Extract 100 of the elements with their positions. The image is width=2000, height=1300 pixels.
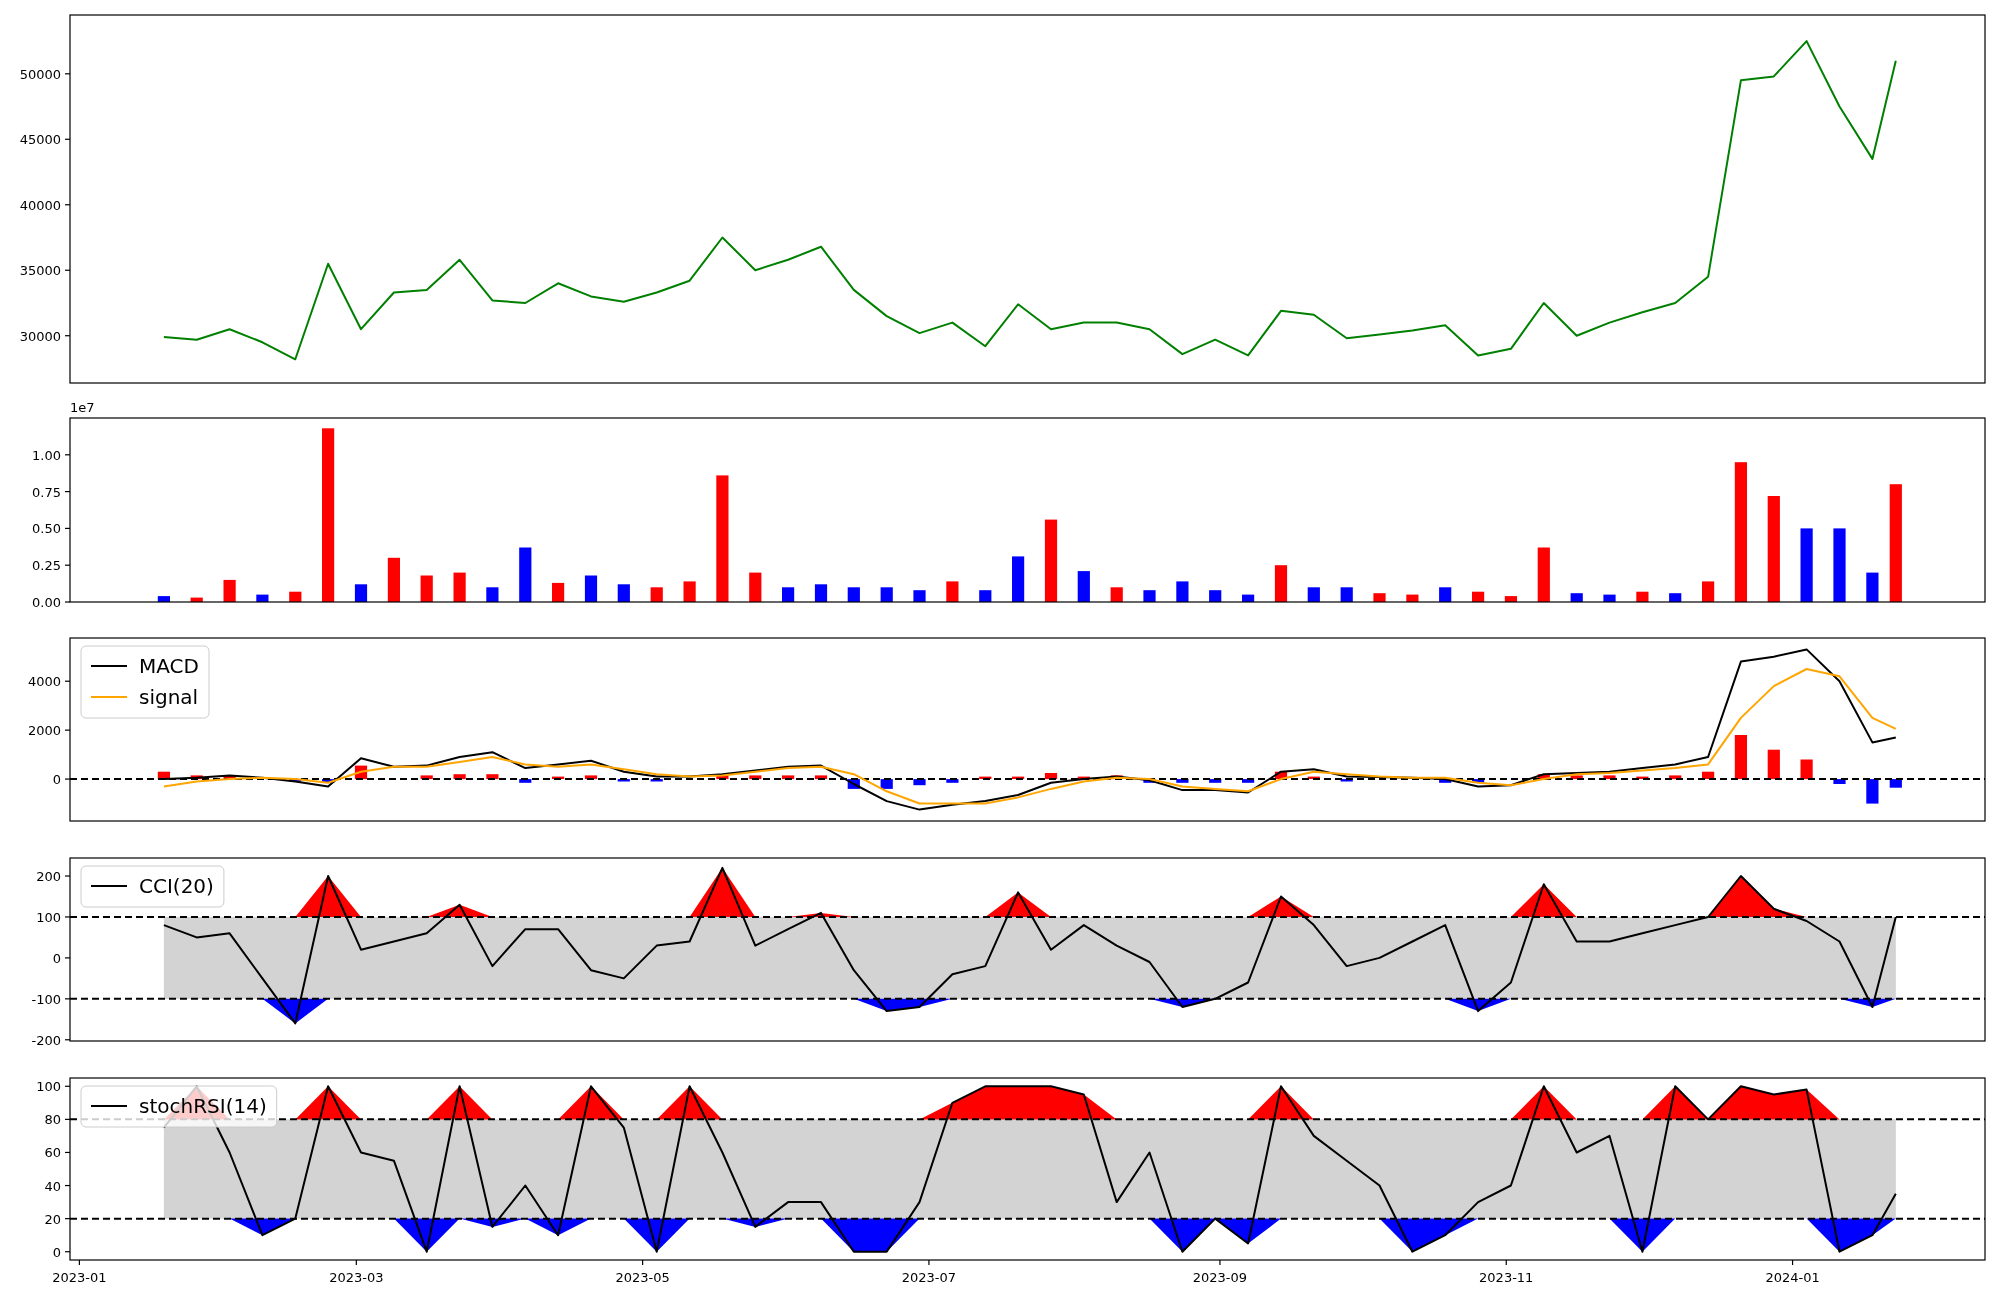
histogram-bar: [1636, 776, 1649, 779]
volume-bar: [1669, 593, 1682, 602]
histogram-bar: [420, 775, 433, 780]
volume-bar: [1373, 593, 1386, 602]
x-tick-label: 2023-05: [615, 1270, 670, 1285]
y-tick-label: 40000: [19, 197, 61, 213]
volume-bar: [387, 557, 400, 602]
volume-bar: [1866, 572, 1879, 602]
volume-bar: [1472, 591, 1485, 602]
histogram-bar: [1077, 776, 1090, 779]
histogram-bar: [1209, 779, 1222, 783]
volume-bar: [1143, 590, 1156, 602]
volume-bar: [1077, 571, 1090, 602]
histogram-bar: [1833, 779, 1846, 784]
volume-bar: [354, 584, 368, 602]
volume-bar: [946, 581, 959, 602]
y-tick-label: 80: [44, 1112, 61, 1128]
histogram-bar: [453, 774, 466, 780]
y-tick-label: 35000: [19, 263, 61, 279]
histogram-bar: [157, 771, 170, 779]
histogram-bar: [1889, 779, 1902, 788]
y-tick-label: 0: [52, 772, 61, 788]
histogram-bar: [1012, 776, 1025, 779]
volume-bar: [979, 590, 992, 602]
histogram-bar: [552, 776, 565, 779]
histogram-bar: [1734, 735, 1747, 779]
x-tick-label: 2023-01: [52, 1270, 107, 1285]
histogram-bar: [749, 775, 762, 780]
histogram-bar: [617, 779, 630, 782]
histogram-bar: [486, 774, 499, 780]
histogram-bar: [1176, 779, 1189, 783]
y-tick-label: 0.75: [32, 484, 61, 500]
x-tick-label: 2023-11: [1479, 1270, 1534, 1285]
volume-bar: [814, 584, 828, 602]
volume-bar: [1570, 593, 1583, 602]
y-tick-label: 4000: [27, 674, 61, 690]
histogram-bar: [584, 775, 598, 780]
volume-bar: [1176, 581, 1189, 602]
histogram-bar: [650, 779, 663, 782]
volume-bar: [453, 572, 466, 602]
y-tick-label: 0.50: [32, 521, 61, 537]
histogram-bar: [1603, 775, 1616, 780]
volume-bar: [749, 572, 762, 602]
volume-bar: [190, 597, 203, 602]
legend-label: CCI(20): [139, 874, 214, 898]
volume-bar: [1537, 547, 1550, 602]
volume-bar: [1702, 581, 1715, 602]
volume-bar: [913, 590, 926, 602]
histogram-bar: [979, 776, 992, 779]
y-tick-label: 50000: [19, 66, 61, 82]
y-tick-label: 100: [36, 909, 61, 925]
x-tick-label: 2024-01: [1765, 1270, 1820, 1285]
volume-bar: [1603, 594, 1616, 602]
histogram-bar: [1044, 773, 1058, 780]
x-tick-label: 2023-07: [901, 1270, 957, 1285]
histogram-bar: [1307, 776, 1320, 779]
histogram-bar: [223, 775, 236, 780]
histogram-bar: [1242, 779, 1255, 783]
volume-bar: [223, 579, 236, 602]
axis-offset-label: 1e7: [70, 400, 95, 415]
histogram-bar: [946, 779, 959, 783]
x-tick-label: 2023-09: [1192, 1270, 1248, 1285]
legend-line-icon: [90, 696, 128, 698]
volume-bar: [420, 575, 433, 602]
legend-line-icon: [90, 1105, 128, 1107]
histogram-bar: [1767, 749, 1780, 780]
histogram-bar: [1439, 779, 1452, 783]
y-tick-label: 2000: [27, 723, 61, 739]
volume-bar: [1504, 596, 1517, 602]
histogram-bar: [913, 779, 926, 786]
histogram-bar: [1702, 771, 1715, 779]
y-tick-label: 0.00: [32, 595, 61, 610]
volume-bar: [1012, 556, 1025, 602]
legend-line-icon: [90, 665, 128, 667]
histogram-bar: [190, 775, 203, 780]
histogram-bar: [1340, 779, 1353, 782]
y-tick-label: 60: [44, 1145, 61, 1161]
y-tick-label: 0.25: [32, 558, 61, 574]
legend-label: signal: [139, 685, 199, 709]
histogram-bar: [1472, 779, 1485, 783]
legend-line-icon: [90, 885, 128, 887]
volume-bar: [519, 547, 532, 602]
histogram-bar: [519, 779, 532, 783]
histogram-bar: [1800, 759, 1813, 780]
volume-bar: [1406, 594, 1419, 602]
histogram-bar: [716, 775, 729, 780]
y-tick-label: 1.00: [32, 447, 61, 463]
volume-bar: [584, 575, 598, 602]
volume-bar: [157, 596, 170, 602]
histogram-bar: [814, 775, 828, 780]
volume-bar: [256, 594, 269, 602]
y-tick-label: -100: [31, 991, 61, 1007]
histogram-bar: [1669, 775, 1682, 780]
histogram-bar: [322, 779, 335, 783]
histogram-bar: [782, 775, 795, 780]
volume-bar: [1242, 594, 1255, 602]
volume-bar: [617, 584, 630, 602]
volume-bar: [552, 582, 565, 602]
histogram-bar: [1570, 775, 1583, 780]
histogram-bar: [1274, 771, 1288, 779]
